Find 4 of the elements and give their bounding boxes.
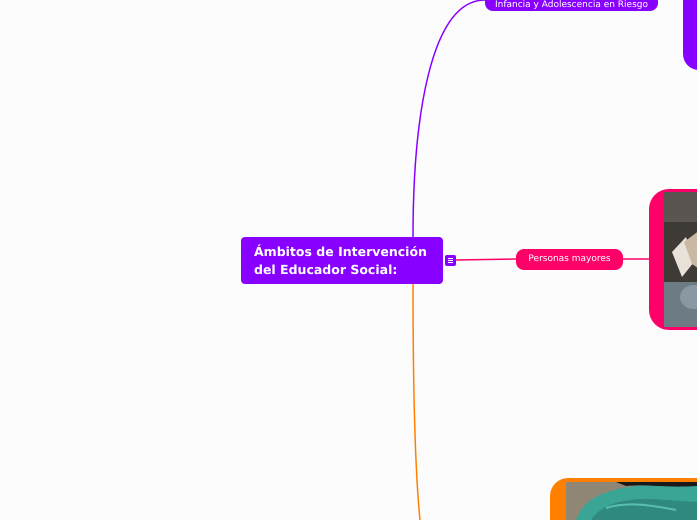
central-topic[interactable]: Ámbitos de Intervención del Educador Social: [241, 237, 443, 284]
topic-node[interactable]: Personas mayores [516, 249, 623, 270]
topic-node[interactable]: Infancia y Adolescencia en Riesgo [485, 0, 658, 11]
collapse-icon[interactable] [445, 255, 456, 266]
